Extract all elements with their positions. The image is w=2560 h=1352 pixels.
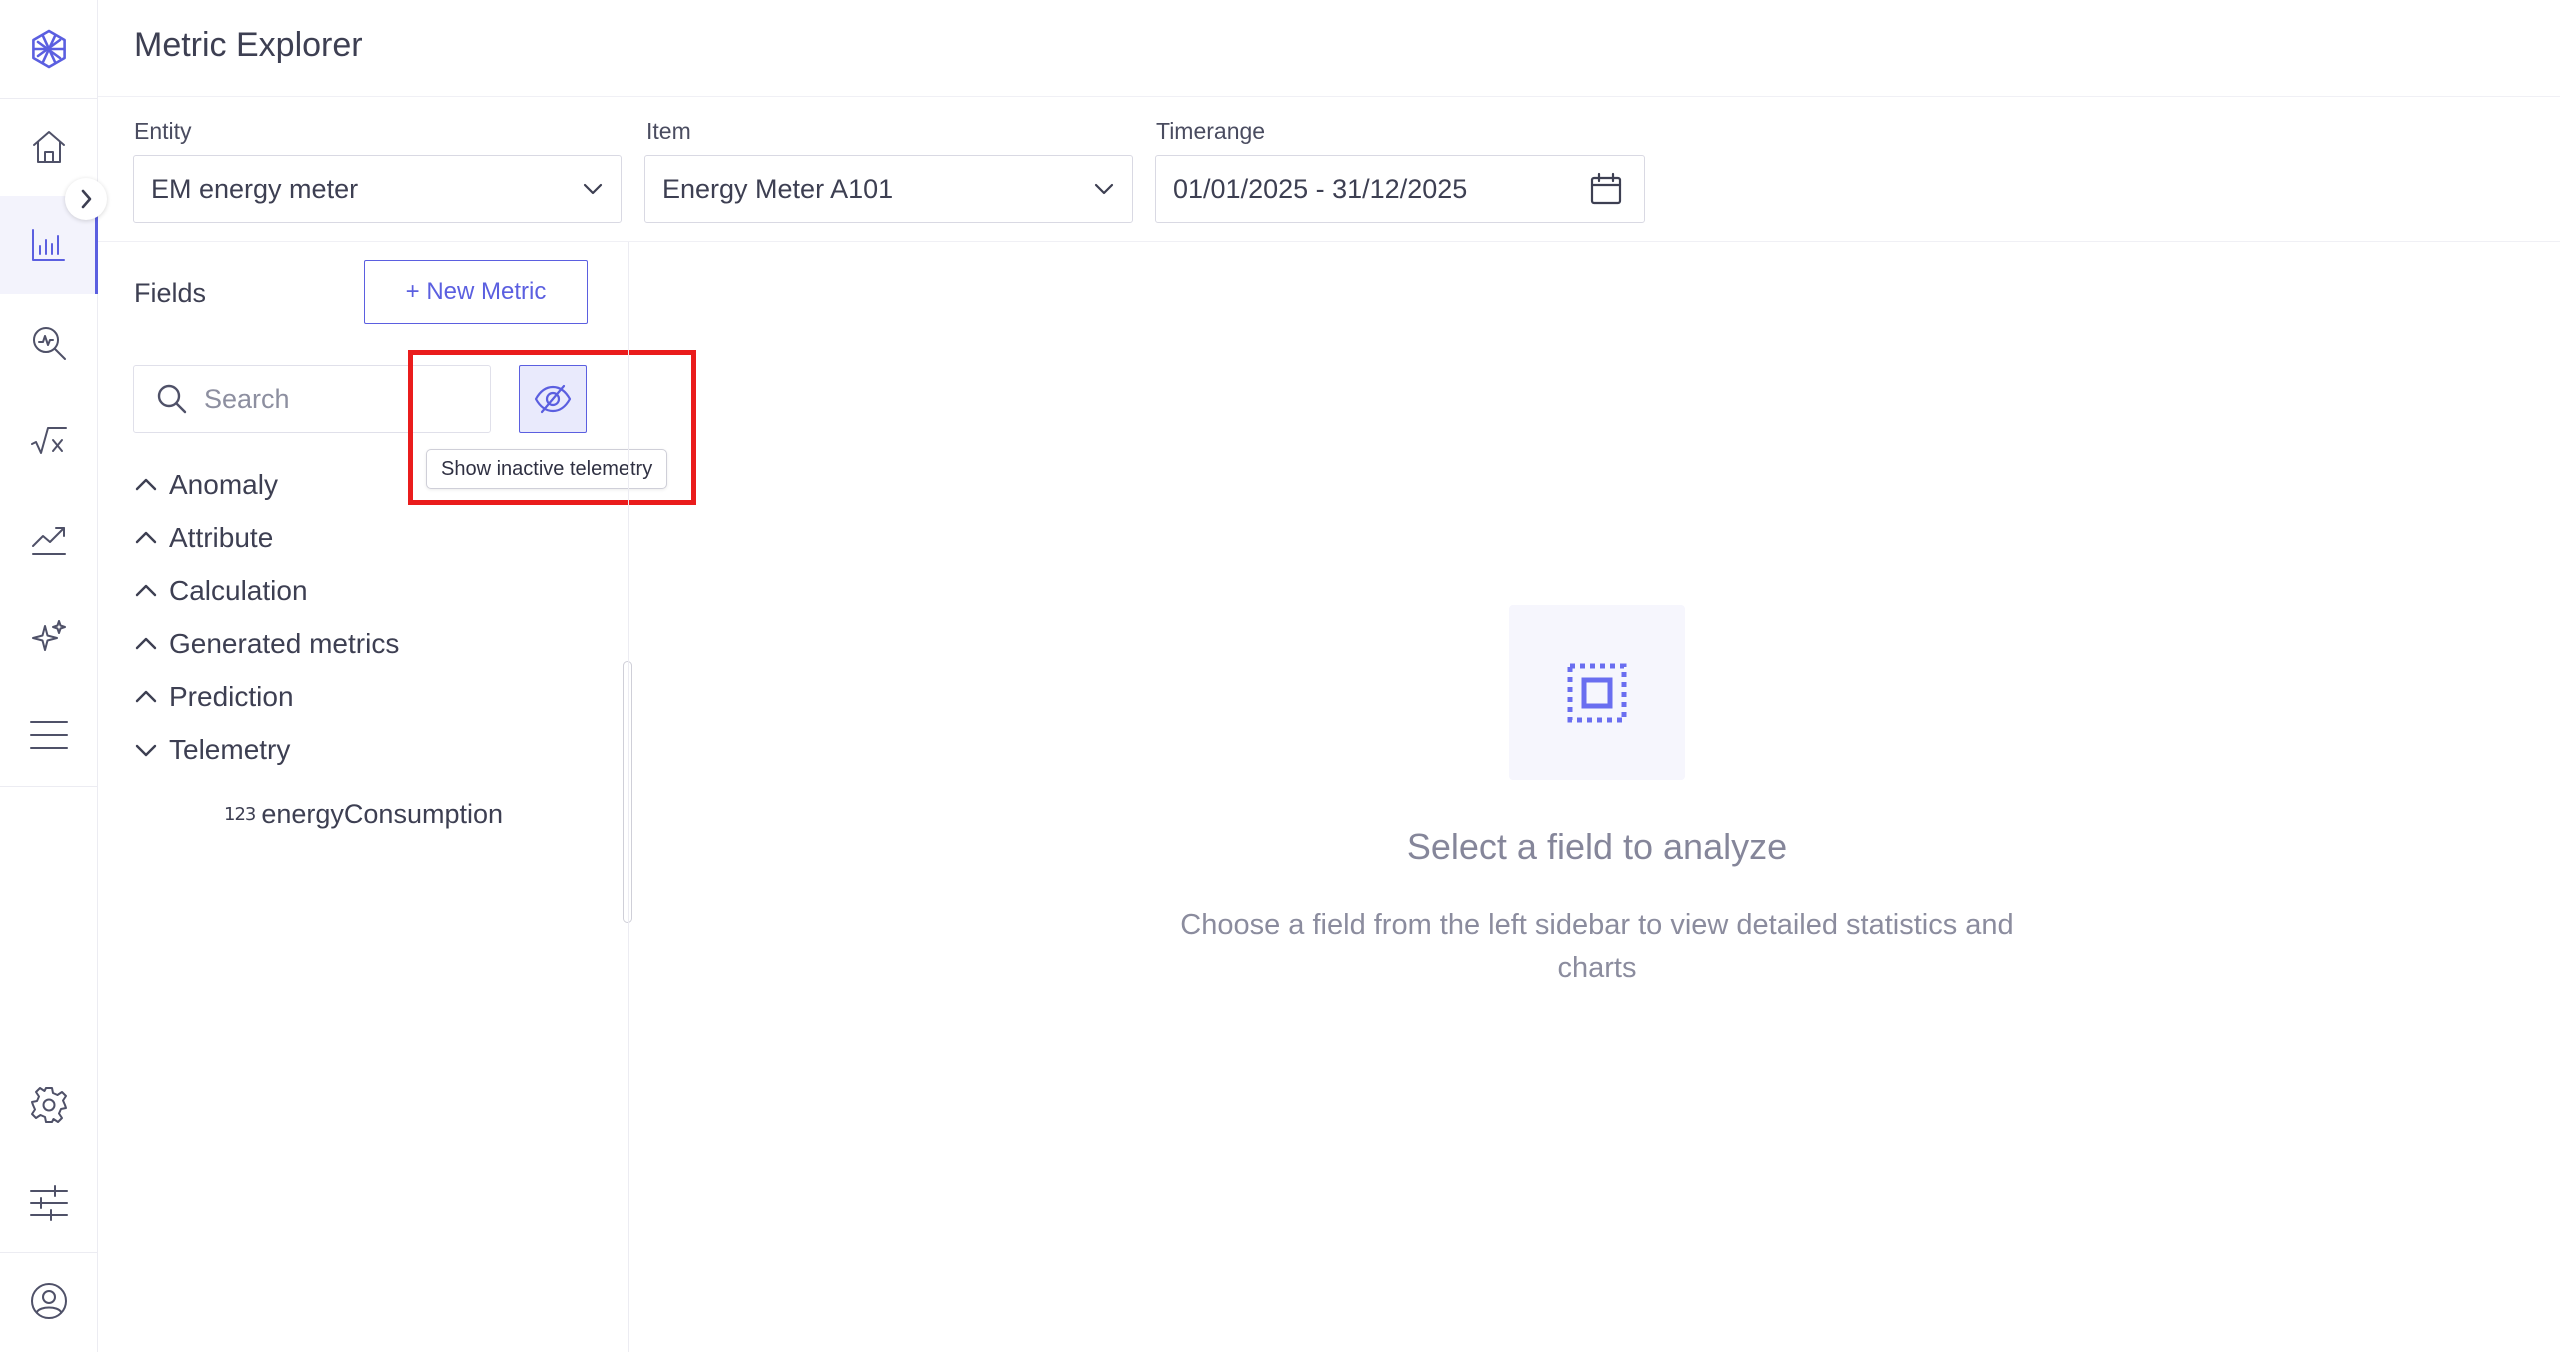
chevron-down-icon: [583, 183, 603, 195]
menu-icon: [30, 721, 68, 749]
chevron-down-icon: [135, 744, 157, 757]
filter-divider: [98, 241, 2560, 242]
tree-group-generated-metrics[interactable]: Generated metrics: [133, 624, 399, 664]
entity-select-value: EM energy meter: [151, 173, 359, 204]
chevron-up-icon: [135, 478, 157, 491]
chevron-up-icon: [135, 690, 157, 703]
chevron-up-icon: [135, 584, 157, 597]
field-item-energy-consumption[interactable]: 123 energyConsumption: [224, 794, 503, 834]
page-title: Metric Explorer: [134, 26, 363, 64]
numeric-type-icon: 123: [224, 803, 256, 825]
tree-group-label: Calculation: [169, 575, 308, 606]
rail-item-ai[interactable]: [0, 588, 98, 686]
item-select-value: Energy Meter A101: [662, 173, 894, 204]
rail-item-trend[interactable]: [0, 490, 98, 588]
sliders-icon: [30, 1185, 68, 1221]
eye-off-icon: [534, 384, 572, 414]
item-select[interactable]: Energy Meter A101: [644, 155, 1133, 223]
trend-icon: [32, 527, 66, 555]
user-icon: [31, 1283, 67, 1319]
tree-group-label: Generated metrics: [169, 628, 400, 659]
header-divider: [98, 96, 2560, 97]
gear-icon: [31, 1087, 67, 1123]
search-analytics-icon: [33, 327, 66, 360]
rail-divider: [0, 786, 98, 787]
rail-item-menu[interactable]: [0, 686, 98, 784]
rail-item-analytics[interactable]: [0, 294, 98, 392]
empty-state-title: Select a field to analyze: [1406, 826, 1788, 867]
tree-group-label: Anomaly: [169, 469, 278, 500]
entity-select[interactable]: EM energy meter: [133, 155, 622, 223]
formula-icon: [31, 427, 67, 454]
home-icon: [33, 131, 65, 163]
rail-item-profile[interactable]: [0, 1252, 98, 1350]
timerange-value: 01/01/2025 - 31/12/2025: [1173, 173, 1468, 204]
new-metric-button[interactable]: + New Metric: [364, 260, 588, 324]
rail-expand-button[interactable]: [65, 178, 107, 220]
tree-group-attribute[interactable]: Attribute: [133, 518, 273, 558]
chevron-down-icon: [1094, 183, 1114, 195]
item-label: Item: [646, 118, 691, 144]
chevron-right-icon: [81, 189, 92, 209]
search-box[interactable]: [133, 365, 491, 433]
entity-label: Entity: [134, 118, 192, 144]
chevron-up-icon: [135, 637, 157, 650]
empty-state-description: Choose a field from the left sidebar to …: [1180, 909, 2014, 984]
search-icon: [157, 384, 187, 414]
tree-group-anomaly[interactable]: Anomaly: [133, 465, 278, 505]
tree-group-telemetry[interactable]: Telemetry: [133, 730, 290, 770]
chevron-up-icon: [135, 531, 157, 544]
select-area-icon: [1567, 663, 1627, 722]
timerange-label: Timerange: [1156, 118, 1266, 144]
empty-state-illustration: [1509, 605, 1685, 780]
timerange-picker[interactable]: 01/01/2025 - 31/12/2025: [1155, 155, 1645, 223]
search-input[interactable]: [204, 383, 454, 415]
calendar-icon: [1590, 172, 1622, 205]
panel-divider: [628, 242, 629, 1352]
rail-item-formula[interactable]: [0, 392, 98, 490]
toggle-inactive-telemetry-button[interactable]: [519, 365, 587, 433]
hexagon-logo-icon[interactable]: [0, 0, 98, 98]
rail-item-settings[interactable]: [0, 1056, 98, 1154]
tree-group-label: Prediction: [169, 681, 294, 712]
field-item-label: energyConsumption: [261, 798, 504, 829]
tree-group-prediction[interactable]: Prediction: [133, 677, 294, 717]
sparkle-icon: [32, 620, 66, 651]
tree-group-label: Attribute: [169, 522, 274, 553]
rail-item-preferences[interactable]: [0, 1154, 98, 1252]
tree-group-calculation[interactable]: Calculation: [133, 571, 308, 611]
tooltip: Show inactive telemetry: [426, 449, 668, 489]
fields-title: Fields: [134, 278, 207, 308]
tree-group-label: Telemetry: [169, 734, 291, 765]
bar-chart-icon: [31, 229, 65, 261]
